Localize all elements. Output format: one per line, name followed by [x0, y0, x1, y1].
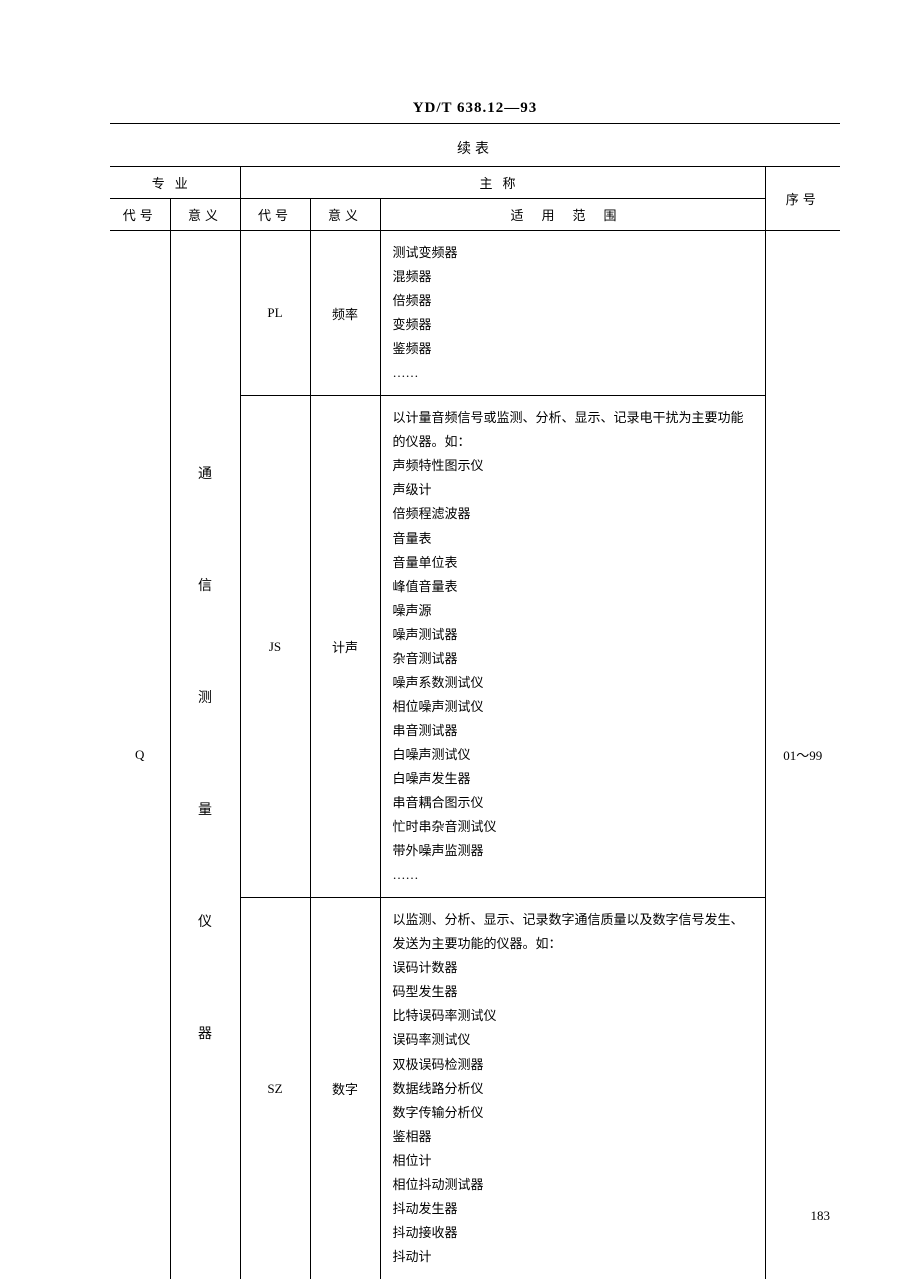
header-main-name: 主称: [240, 167, 765, 199]
header-main-meaning: 意义: [310, 199, 380, 231]
header-specialty-code: 代号: [110, 199, 170, 231]
row-code: PL: [240, 231, 310, 396]
specialty-meaning-cell: 通信测量仪器: [170, 231, 240, 1279]
document-header: YD/T 638.12—93: [110, 100, 840, 124]
row-scope: 测试变频器混频器倍频器变频器鉴频器……: [380, 231, 765, 396]
header-specialty-meaning: 意义: [170, 199, 240, 231]
row-scope: 以计量音频信号或监测、分析、显示、记录电干扰为主要功能的仪器。如：声频特性图示仪…: [380, 396, 765, 898]
page-number: 183: [811, 1208, 831, 1224]
header-scope: 适用范围: [380, 199, 765, 231]
table-row: Q 通信测量仪器 PL 频率 测试变频器混频器倍频器变频器鉴频器…… 01～99: [110, 231, 840, 396]
row-meaning: 计声: [310, 396, 380, 898]
continuation-label: 续表: [110, 138, 840, 158]
row-meaning: 数字: [310, 898, 380, 1279]
row-scope: 以监测、分析、显示、记录数字通信质量以及数字信号发生、发送为主要功能的仪器。如：…: [380, 898, 765, 1279]
specialty-code-cell: Q: [110, 231, 170, 1279]
row-meaning: 频率: [310, 231, 380, 396]
header-specialty: 专业: [110, 167, 240, 199]
classification-table: 专业 主称 序号 代号 意义 代号 意义 适用范围 Q 通信测量仪器 PL 频率…: [110, 166, 840, 1279]
row-code: JS: [240, 396, 310, 898]
header-main-code: 代号: [240, 199, 310, 231]
sequence-cell: 01～99: [765, 231, 840, 1279]
header-sequence: 序号: [765, 167, 840, 231]
row-code: SZ: [240, 898, 310, 1279]
